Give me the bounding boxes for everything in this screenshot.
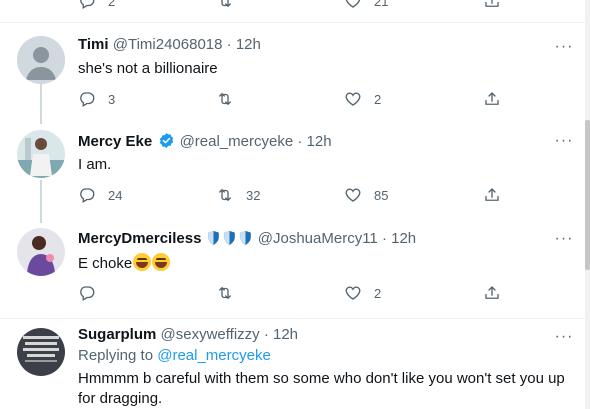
retweet-icon <box>216 284 234 302</box>
avatar[interactable] <box>17 328 65 376</box>
previous-tweet-actions: 2 21 <box>78 0 503 11</box>
tweet-text: E choke <box>78 253 580 274</box>
timestamp[interactable]: 12h <box>307 133 332 150</box>
separator: · <box>381 230 387 247</box>
tweet-actions: 2 <box>78 283 503 303</box>
timestamp[interactable]: 12h <box>391 230 416 247</box>
separator: · <box>263 326 269 343</box>
reply-icon <box>78 284 96 302</box>
avatar[interactable] <box>17 228 65 276</box>
share-icon <box>483 90 501 108</box>
like-count: 2 <box>374 91 382 107</box>
heart-icon <box>344 186 362 204</box>
timestamp[interactable]: 12h <box>273 326 298 343</box>
tweet-actions: 24 32 85 <box>78 185 503 205</box>
user-handle[interactable]: @JoshuaMercy11 <box>258 230 378 247</box>
like-count: 2 <box>374 285 382 301</box>
avatar[interactable] <box>17 130 65 178</box>
more-icon[interactable]: ··· <box>552 231 576 252</box>
share-button[interactable] <box>483 0 501 11</box>
timestamp[interactable]: 12h <box>236 36 261 53</box>
retweet-button[interactable] <box>216 89 234 109</box>
tweet-text: I am. <box>78 156 112 173</box>
tweet[interactable]: Sugarplum @sexyweffizzy · 12h Replying t… <box>0 326 590 409</box>
separator: · <box>297 133 303 150</box>
default-avatar-icon <box>17 36 65 84</box>
reply-count: 3 <box>108 91 116 107</box>
replying-to: Replying to @real_mercyeke <box>78 347 580 365</box>
user-handle[interactable]: @Timi24068018 <box>113 36 223 53</box>
separator: · <box>226 36 232 53</box>
grinning-sweat-emoji-icon <box>152 253 171 271</box>
divider <box>0 22 590 23</box>
tweet-actions: 3 2 <box>78 89 503 109</box>
like-button[interactable]: 2 <box>344 283 381 303</box>
share-icon <box>483 284 501 302</box>
heart-icon <box>344 0 362 10</box>
display-name[interactable]: Mercy Eke <box>78 133 152 150</box>
user-handle[interactable]: @sexyweffizzy <box>161 326 260 343</box>
share-icon <box>483 0 501 10</box>
display-name[interactable]: Timi <box>78 36 109 53</box>
reply-icon <box>78 0 96 10</box>
display-name[interactable]: Sugarplum <box>78 326 156 343</box>
shield-icon <box>223 230 235 246</box>
verified-badge-icon <box>160 133 174 148</box>
retweet-icon <box>216 0 234 10</box>
display-name[interactable]: MercyDmerciless <box>78 230 201 247</box>
scrollbar-thumb[interactable] <box>585 120 590 270</box>
avatar-photo <box>17 328 65 376</box>
avatar-photo <box>17 228 65 276</box>
tweet-header: Timi @Timi24068018 · 12h <box>78 36 580 54</box>
retweet-button[interactable]: 32 <box>216 185 260 205</box>
retweet-icon <box>216 90 234 108</box>
retweet-button[interactable] <box>216 283 234 303</box>
reply-button[interactable]: 3 <box>78 89 115 109</box>
more-icon[interactable]: ··· <box>552 329 576 350</box>
share-button[interactable] <box>483 89 501 109</box>
share-button[interactable] <box>483 283 501 303</box>
share-icon <box>483 186 501 204</box>
heart-icon <box>344 284 362 302</box>
heart-icon <box>344 90 362 108</box>
more-icon[interactable]: ··· <box>552 39 576 60</box>
divider <box>0 318 590 319</box>
more-icon[interactable]: ··· <box>552 133 576 154</box>
grinning-sweat-emoji-icon <box>133 253 152 271</box>
reply-icon <box>78 186 96 204</box>
like-button[interactable]: 85 <box>344 185 388 205</box>
reply-button[interactable]: 2 <box>78 0 115 11</box>
like-count: 85 <box>374 187 389 203</box>
retweet-count: 32 <box>246 187 261 203</box>
replying-to-label: Replying to <box>78 347 154 364</box>
retweet-icon <box>216 186 234 204</box>
avatar[interactable] <box>17 36 65 84</box>
tweet-text: Hmmmm b careful with them so some who do… <box>78 370 565 407</box>
shield-icon <box>239 230 251 246</box>
reply-count: 2 <box>108 0 116 9</box>
user-handle[interactable]: @real_mercyeke <box>180 133 294 150</box>
retweet-button[interactable] <box>216 0 234 11</box>
tweet-text-content: E choke <box>78 255 133 272</box>
reply-count: 24 <box>108 187 123 203</box>
scrollbar[interactable] <box>585 0 590 409</box>
mention-link[interactable]: @real_mercyeke <box>157 347 271 364</box>
tweet-header: Mercy Eke @real_mercyeke · 12h <box>78 132 580 150</box>
like-count: 21 <box>374 0 389 9</box>
share-button[interactable] <box>483 185 501 205</box>
shield-icon <box>207 230 219 246</box>
reply-icon <box>78 90 96 108</box>
avatar-photo <box>17 130 65 178</box>
tweet-header: MercyDmerciless @JoshuaMercy11 · 12h <box>78 230 580 248</box>
like-button[interactable]: 21 <box>344 0 388 11</box>
tweet-text: she's not a billionaire <box>78 60 218 77</box>
tweet-header: Sugarplum @sexyweffizzy · 12h <box>78 326 580 344</box>
like-button[interactable]: 2 <box>344 89 381 109</box>
reply-button[interactable]: 24 <box>78 185 122 205</box>
reply-button[interactable] <box>78 283 96 303</box>
